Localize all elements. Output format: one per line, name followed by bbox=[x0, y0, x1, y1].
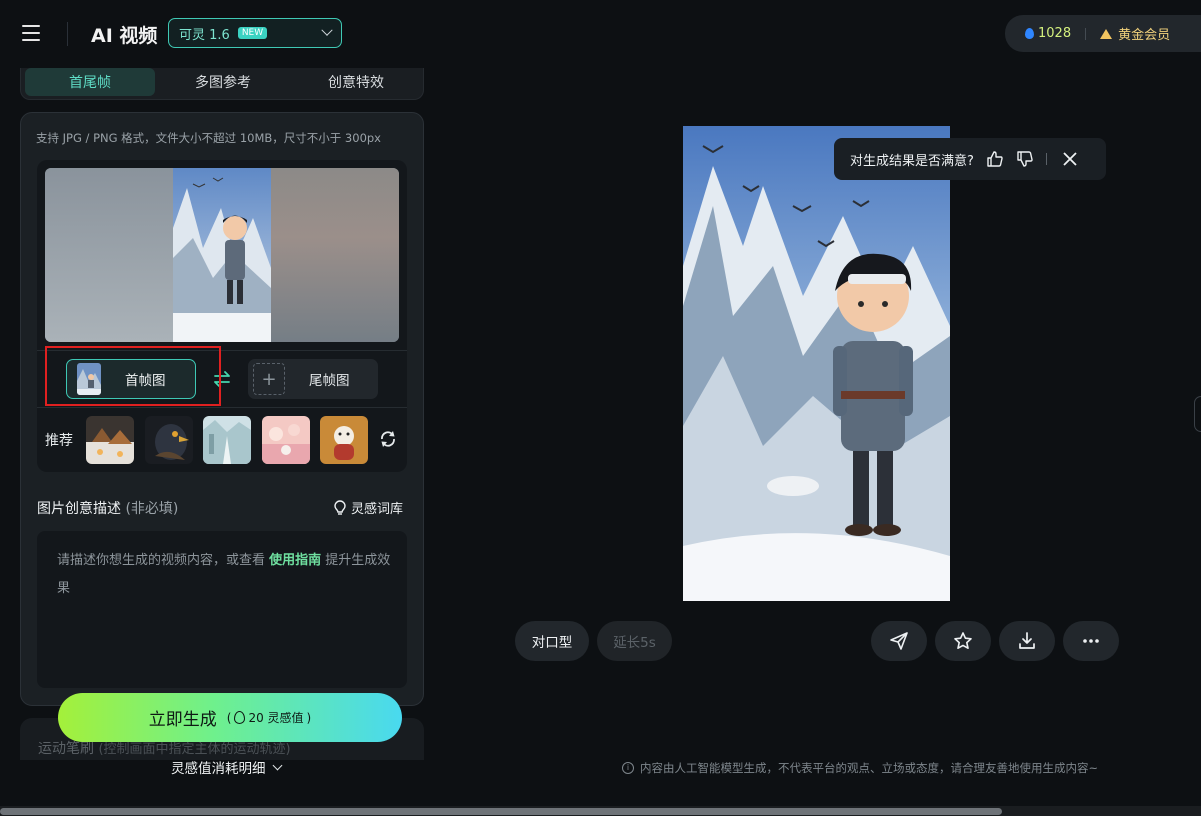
points-display[interactable]: 1028 bbox=[1025, 26, 1071, 41]
cost-detail-label: 灵感值消耗明细 bbox=[171, 761, 266, 777]
thumbs-up-icon[interactable] bbox=[986, 150, 1004, 168]
feedback-divider bbox=[1045, 153, 1047, 165]
thumbs-down-icon[interactable] bbox=[1016, 150, 1034, 168]
feedback-question: 对生成结果是否满意? bbox=[850, 153, 974, 169]
cost-detail-toggle[interactable]: 灵感值消耗明细 bbox=[171, 757, 282, 777]
end-frame-label: 尾帧图 bbox=[309, 373, 350, 389]
droplet-icon bbox=[1025, 28, 1034, 39]
pill-divider bbox=[1085, 27, 1087, 40]
blurred-background-right bbox=[271, 168, 399, 342]
membership-label: 黄金会员 bbox=[1118, 28, 1171, 43]
refresh-icon[interactable] bbox=[379, 430, 397, 448]
download-icon bbox=[1019, 632, 1035, 649]
share-button[interactable] bbox=[871, 621, 927, 661]
generate-label: 立即生成 bbox=[148, 710, 217, 730]
upload-hint: 支持 JPG / PNG 格式，文件大小不超过 10MB，尺寸不小于 300px bbox=[36, 131, 381, 145]
user-status-pill[interactable]: 1028 黄金会员 bbox=[1005, 15, 1201, 52]
disclaimer-text: 内容由人工智能模型生成，不代表平台的观点、立场或态度，请合理友善地使用生成内容~ bbox=[640, 761, 1099, 775]
plus-icon: + bbox=[253, 363, 285, 395]
send-icon bbox=[890, 632, 908, 650]
recommend-thumb-animal[interactable] bbox=[320, 416, 368, 464]
end-frame-button[interactable]: + 尾帧图 bbox=[248, 359, 378, 399]
motion-brush-title: 运动笔刷 bbox=[38, 741, 94, 757]
motion-brush-subtitle: (控制画面中指定主体的运动轨迹) bbox=[98, 742, 291, 757]
flame-icon bbox=[234, 711, 246, 724]
tab-multi-image-reference[interactable]: 多图参考 bbox=[158, 68, 288, 96]
placeholder-text-start: 请描述你想生成的视频内容，或查看 bbox=[57, 553, 270, 568]
tab-creative-effects[interactable]: 创意特效 bbox=[291, 68, 421, 96]
cost-open-paren: ( bbox=[226, 710, 232, 725]
recommend-thumb-pink-scene[interactable] bbox=[262, 416, 310, 464]
first-frame-preview-image bbox=[173, 168, 271, 342]
lightbulb-icon bbox=[334, 499, 346, 515]
new-badge: NEW bbox=[237, 27, 268, 39]
points-value: 1028 bbox=[1038, 26, 1072, 41]
more-button[interactable] bbox=[1063, 621, 1119, 661]
star-icon bbox=[954, 632, 972, 650]
scrollbar-thumb[interactable] bbox=[0, 808, 1002, 815]
extend-5s-button[interactable]: 延长5s bbox=[597, 621, 672, 661]
chevron-down-icon bbox=[321, 24, 333, 36]
highlight-box bbox=[45, 346, 221, 406]
more-icon bbox=[1083, 639, 1099, 643]
lip-sync-button[interactable]: 对口型 bbox=[515, 621, 589, 661]
recommend-thumb-eagle[interactable] bbox=[145, 416, 193, 464]
recommend-label: 推荐 bbox=[45, 433, 73, 449]
generated-video-preview[interactable] bbox=[683, 126, 950, 601]
crown-icon bbox=[1100, 28, 1113, 39]
close-icon[interactable] bbox=[1063, 152, 1077, 166]
tab-first-last-frame[interactable]: 首尾帧 bbox=[25, 68, 155, 96]
favorite-button[interactable] bbox=[935, 621, 991, 661]
description-optional: (非必填) bbox=[125, 501, 179, 517]
card-divider-2 bbox=[37, 407, 407, 408]
cost-close-paren: ) bbox=[306, 710, 312, 725]
info-icon: i bbox=[622, 762, 634, 774]
mode-tabs: 首尾帧 多图参考 创意特效 bbox=[20, 68, 424, 100]
cost-value: 20 灵感值 bbox=[248, 711, 304, 725]
recommend-thumb-snow-road[interactable] bbox=[203, 416, 251, 464]
blurred-background-left bbox=[45, 168, 173, 342]
side-panel-handle[interactable] bbox=[1194, 396, 1201, 432]
chevron-down-icon bbox=[272, 760, 282, 770]
generate-cost: ( 20 灵感值 ) bbox=[227, 709, 311, 726]
description-title: 图片创意描述 (非必填) bbox=[37, 498, 178, 518]
header-divider bbox=[67, 22, 68, 46]
download-button[interactable] bbox=[999, 621, 1055, 661]
ai-disclaimer: i 内容由人工智能模型生成，不代表平台的观点、立场或态度，请合理友善地使用生成内… bbox=[622, 760, 1098, 776]
menu-icon[interactable] bbox=[22, 25, 40, 41]
membership-badge[interactable]: 黄金会员 bbox=[1100, 24, 1170, 43]
inspiration-library-link[interactable]: 灵感词库 bbox=[333, 498, 403, 517]
description-placeholder: 请描述你想生成的视频内容，或查看 使用指南 提升生成效果 bbox=[57, 547, 393, 603]
usage-guide-link[interactable]: 使用指南 bbox=[269, 553, 321, 568]
model-name: 可灵 1.6 bbox=[179, 27, 230, 43]
frame-preview[interactable] bbox=[45, 168, 399, 342]
app-title: AI 视频 bbox=[91, 25, 158, 47]
generate-button[interactable]: 立即生成 ( 20 灵感值 ) bbox=[58, 693, 402, 742]
model-select[interactable]: 可灵 1.6 NEW bbox=[168, 18, 342, 48]
description-title-text: 图片创意描述 bbox=[37, 501, 121, 517]
recommend-thumb-village[interactable] bbox=[86, 416, 134, 464]
feedback-toast: 对生成结果是否满意? bbox=[834, 138, 1106, 180]
inspiration-library-label: 灵感词库 bbox=[351, 502, 404, 517]
